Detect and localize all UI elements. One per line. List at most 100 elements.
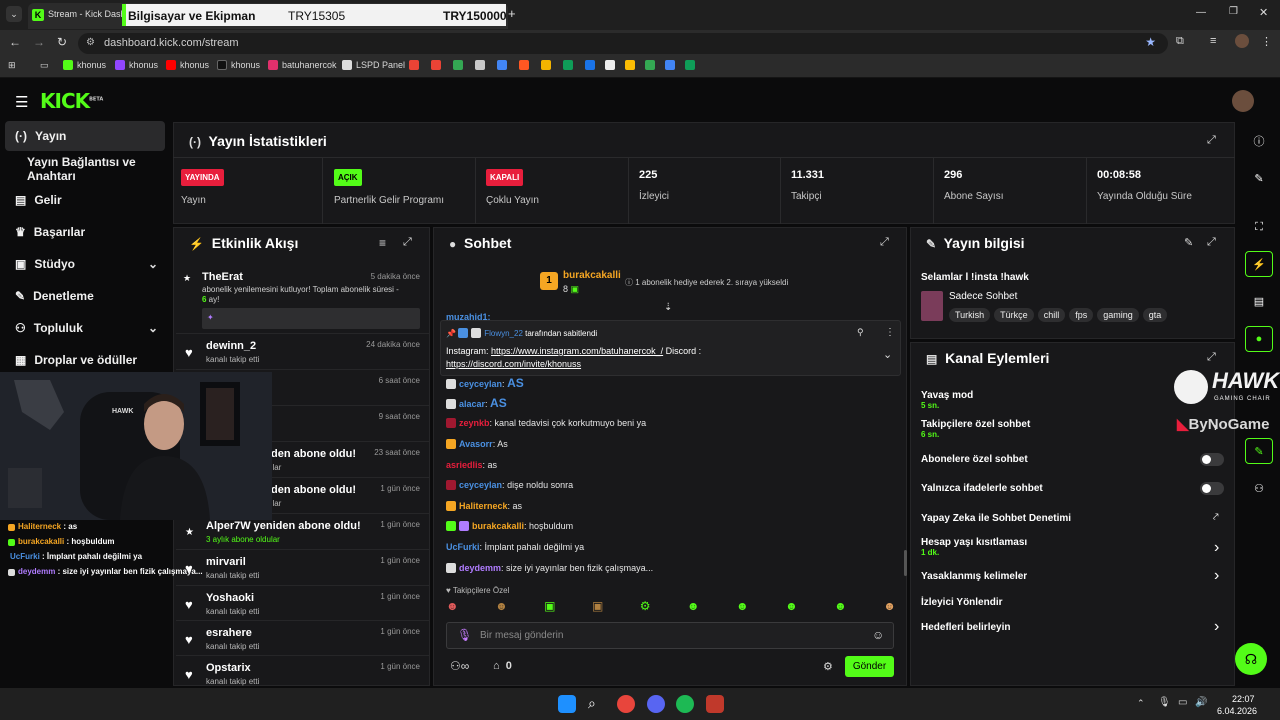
banned-words-label[interactable]: Yasaklanmış kelimeler — [921, 571, 1027, 582]
address-input[interactable]: ⚙ dashboard.kick.com/stream ★ — [78, 33, 1168, 54]
external-link-icon[interactable]: ⤤ — [1213, 512, 1219, 523]
sidebar-item-yayin[interactable]: (·) Yayın — [5, 121, 165, 151]
search-icon[interactable]: ⌕ — [588, 695, 606, 713]
emote-4-icon[interactable]: ▣ — [592, 599, 603, 617]
send-button[interactable]: Gönder — [845, 656, 894, 677]
info-icon[interactable]: ⓘ — [1245, 128, 1273, 154]
windows-start-icon[interactable] — [558, 695, 576, 713]
bookmark-12[interactable] — [645, 60, 655, 70]
bookmark-13[interactable] — [665, 60, 675, 70]
slow-mode-row[interactable]: Yavaş mod 5 sn. — [921, 390, 973, 410]
gift-user[interactable]: burakcakalli — [563, 270, 621, 281]
instagram-link[interactable]: https://www.instagram.com/batuhanercok_/ — [491, 346, 663, 356]
age-restriction-row[interactable]: Hesap yaşı kısıtlaması 1 dk. — [921, 537, 1027, 557]
bookmark-khonus-4[interactable]: khonus — [217, 60, 260, 70]
pencil-icon[interactable]: ✎ — [1245, 165, 1273, 191]
microphone-icon[interactable]: 🎙 — [457, 628, 472, 642]
reading-list-icon[interactable]: ≡ — [1210, 35, 1216, 47]
expand-icon[interactable]: ⤢ — [1207, 236, 1216, 249]
hamburger-menu-icon[interactable]: ☰ — [15, 93, 28, 111]
expand-icon[interactable]: ⤢ — [403, 236, 412, 249]
sidebar-item-basarilar[interactable]: ♛ Başarılar — [5, 217, 165, 247]
chevron-right-icon[interactable]: › — [1214, 567, 1219, 585]
close-window-button[interactable]: ✕ — [1259, 6, 1268, 19]
mic-tray-icon[interactable]: 🎙 — [1158, 697, 1171, 708]
network-icon[interactable]: ▭ — [1178, 697, 1187, 708]
bookmark-14[interactable] — [685, 60, 695, 70]
bookmark-11[interactable] — [625, 60, 635, 70]
bookmark-star-icon[interactable]: ★ — [1145, 35, 1156, 49]
tab-menu-icon[interactable]: ⌄ — [6, 6, 22, 22]
emote-8-icon[interactable]: ☻ — [785, 599, 798, 617]
bookmark-4[interactable] — [475, 60, 485, 70]
reload-button[interactable]: ↻ — [57, 35, 67, 49]
bookmark-gmail-1[interactable] — [409, 60, 419, 70]
emote-3-icon[interactable]: ▣ — [544, 599, 555, 617]
site-info-icon[interactable]: ⚙ — [86, 37, 95, 48]
category-name[interactable]: Sadece Sohbet — [949, 291, 1017, 302]
extensions-icon[interactable]: ⧉ — [1176, 35, 1184, 48]
points-display[interactable]: ⌂ 0 — [493, 660, 512, 672]
bookmark-khonus-1[interactable]: khonus — [63, 60, 106, 70]
emote-7-icon[interactable]: ☻ — [736, 599, 749, 617]
tray-chevron-icon[interactable]: ⌃ — [1137, 698, 1145, 709]
community-icon[interactable]: ⚇∞ — [450, 659, 469, 673]
bookmark-5[interactable] — [497, 60, 507, 70]
bookmark-batuhanercok[interactable]: batuhanercok — [268, 60, 337, 70]
sidebar-item-stream-key[interactable]: Yayın Bağlantısı ve Anahtarı — [5, 154, 175, 184]
chat-scrollbar[interactable] — [904, 550, 907, 576]
discord-icon[interactable] — [647, 695, 665, 713]
emote-chat-toggle[interactable] — [1200, 482, 1224, 495]
bookmark-9[interactable] — [585, 60, 595, 70]
chat-input[interactable]: 🎙 Bir mesaj gönderin ☺ — [446, 622, 894, 649]
scroll-down-indicator-icon[interactable]: ⇣ — [664, 302, 672, 313]
expand-icon[interactable]: ⤢ — [1207, 351, 1216, 364]
profile-avatar[interactable] — [1235, 34, 1249, 48]
sidebar-item-studyo[interactable]: ▣ Stüdyo ⌄ — [5, 249, 165, 279]
emote-2-icon[interactable]: ☻ — [495, 599, 508, 617]
document-icon[interactable]: ▤ — [1245, 288, 1273, 314]
fullscreen-icon[interactable]: ⛶ — [1245, 214, 1273, 240]
followers-chat-row[interactable]: Takipçilere özel sohbet 6 sn. — [921, 419, 1030, 439]
back-button[interactable]: ← — [9, 35, 21, 49]
bookmark-gmail-3[interactable] — [453, 60, 463, 70]
set-goals-label[interactable]: Hedefleri belirleyin — [921, 622, 1010, 633]
browser-tab[interactable]: K Stream - Kick Dashb Bilgisayar ve Ekip… — [28, 3, 508, 29]
support-headset-icon[interactable]: ☊ — [1235, 643, 1267, 675]
bookmark-khonus-3[interactable]: khonus — [166, 60, 209, 70]
apps-grid-icon[interactable]: ⊞ — [8, 60, 16, 71]
expand-icon[interactable]: ⤢ — [1207, 134, 1216, 147]
community-icon[interactable]: ⚇ — [1245, 475, 1273, 501]
emote-9-icon[interactable]: ☻ — [834, 599, 847, 617]
redirect-viewers-label[interactable]: İzleyici Yönlendir — [921, 597, 1003, 608]
chevron-right-icon[interactable]: › — [1214, 618, 1219, 636]
emote-6-icon[interactable]: ☻ — [687, 599, 700, 617]
discord-link[interactable]: https://discord.com/invite/khonuss — [446, 359, 581, 369]
bookmark-lspd-panel[interactable]: LSPD Panel — [342, 60, 405, 70]
sidebar-item-gelir[interactable]: ▤ Gelir — [5, 185, 165, 215]
emote-5-icon[interactable]: ⚙ — [640, 599, 651, 617]
emoji-icon[interactable]: ☺ — [872, 628, 884, 642]
subs-chat-toggle[interactable] — [1200, 453, 1224, 466]
expand-icon[interactable]: ⤢ — [880, 236, 889, 249]
chat-bubble-icon[interactable]: ● — [1245, 326, 1273, 352]
app-icon[interactable] — [706, 695, 724, 713]
folder-icon[interactable]: ▭ — [40, 60, 49, 71]
sidebar-item-droplar[interactable]: ▦ Droplar ve ödüller — [5, 345, 165, 375]
browser-menu-icon[interactable]: ⋮ — [1261, 35, 1272, 48]
sidebar-item-denetleme[interactable]: ✎ Denetleme — [5, 281, 165, 311]
bookmark-6[interactable] — [519, 60, 529, 70]
maximize-button[interactable]: ❐ — [1229, 6, 1238, 17]
edit-icon[interactable]: ✎ — [1184, 236, 1193, 249]
volume-icon[interactable]: 🔊 — [1195, 697, 1207, 708]
new-tab-button[interactable]: + — [508, 6, 516, 21]
chevron-right-icon[interactable]: › — [1214, 539, 1219, 557]
minimize-button[interactable]: — — [1196, 7, 1206, 18]
emote-10-icon[interactable]: ☻ — [883, 599, 896, 617]
bookmark-gmail-2[interactable] — [431, 60, 441, 70]
bookmark-7[interactable] — [541, 60, 551, 70]
sidebar-item-topluluk[interactable]: ⚇ Topluluk ⌄ — [5, 313, 165, 343]
chat-settings-icon[interactable]: ⚙ — [823, 660, 833, 673]
bookmark-8[interactable] — [563, 60, 573, 70]
chrome-icon[interactable] — [617, 695, 635, 713]
